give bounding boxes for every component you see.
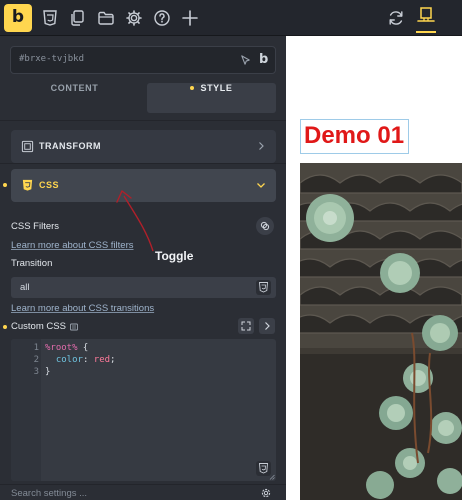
code-line: %root% { [45,343,88,353]
panel-tabs: CONTENT STYLE [10,83,276,113]
code-token: { [77,343,89,353]
expand-icon [241,321,251,331]
active-dot [190,85,195,90]
transform-icon [21,140,34,153]
cursor-pick-icon[interactable] [239,54,252,67]
css3-icon [22,179,33,191]
next-button[interactable] [259,318,275,334]
code-token: %root% [45,343,78,353]
code-token: ; [110,355,116,365]
section-transform[interactable]: TRANSFORM [11,130,276,163]
section-transform-label: TRANSFORM [39,141,101,151]
bricks-mini-logo: b [259,52,269,67]
line-number: 2 [33,355,39,365]
tab-style-label: STYLE [200,83,233,93]
code-line: } [45,367,50,377]
divider [0,163,286,164]
css3-icon [259,282,268,293]
transition-link[interactable]: Learn more about CSS transitions [11,303,154,314]
succulent-image[interactable] [300,163,462,500]
desktop-breakpoint-button[interactable] [413,3,439,33]
css-filters-label: CSS Filters [11,221,60,232]
tab-content[interactable]: CONTENT [10,83,139,113]
chevron-right-icon [265,322,270,330]
code-token: : [82,355,94,365]
css-filters-link[interactable]: Learn more about CSS filters [11,240,134,251]
code-line: color: red; [45,355,116,365]
line-number: 3 [33,367,39,377]
folder-icon[interactable] [96,8,116,28]
divider [0,120,286,121]
active-indicator [416,31,436,33]
resize-handle-icon[interactable] [269,474,275,480]
gear-icon[interactable] [260,487,272,499]
search-settings[interactable]: Search settings ... [0,487,286,500]
pages-icon[interactable] [68,8,88,28]
css3-icon[interactable] [40,8,60,28]
style-panel: #brxe-tvjbkd b CONTENT STYLE TRANSFORM C… [0,36,286,500]
custom-css-label: Custom CSS [11,321,66,332]
desktop-breakpoint-icon [417,7,435,22]
filter-icon [260,221,270,231]
section-css-label: CSS [39,180,60,190]
top-toolbar: b [0,0,462,36]
css3-icon [259,463,268,474]
toggle-annotation-label: Toggle [155,249,194,263]
transition-label: Transition [11,258,53,269]
refresh-icon[interactable] [386,8,406,28]
code-token: } [45,367,51,377]
expand-editor-button[interactable] [238,318,254,334]
help-icon[interactable] [152,8,172,28]
add-icon[interactable] [180,8,200,28]
bricks-logo[interactable]: b [4,4,32,32]
document-icon[interactable] [69,322,79,332]
divider [0,484,286,485]
demo-heading[interactable]: Demo 01 [300,119,410,154]
chevron-down-icon [257,183,265,188]
element-id: #brxe-tvjbkd [19,54,85,64]
line-number: 1 [33,343,39,353]
element-id-bar[interactable]: #brxe-tvjbkd b [10,46,276,74]
section-css[interactable]: CSS [11,169,276,202]
code-token: red [93,355,111,365]
code-token: color [55,355,83,365]
search-settings-input[interactable]: Search settings ... [11,488,87,499]
settings-icon[interactable] [124,8,144,28]
modified-dot [3,183,7,187]
chevron-right-icon [259,142,264,150]
css3-badge [256,280,271,295]
preview-canvas: Demo 01 [286,36,462,500]
css-filters-toggle[interactable] [256,217,274,235]
transition-value: all [20,282,30,293]
tab-style[interactable]: STYLE [147,83,276,113]
modified-dot [3,325,7,329]
transition-input[interactable]: all [11,277,276,298]
custom-css-editor[interactable]: 1 %root% {2 color: red; 3} [11,339,276,481]
